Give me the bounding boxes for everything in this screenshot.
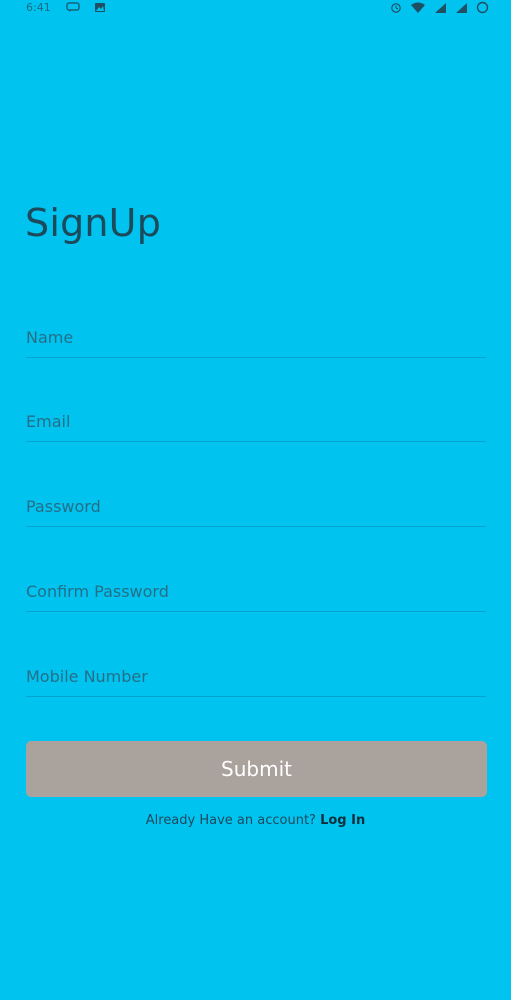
alarm-icon [390,2,402,17]
signal-icon [434,2,447,17]
status-time: 6:41 [26,1,51,14]
signal-icon [455,2,468,17]
status-left-icons [66,2,106,16]
status-right-icons [390,1,489,17]
email-field[interactable] [26,401,486,442]
page-title: SignUp [25,201,162,245]
login-prompt: Already Have an account? Log In [0,813,511,828]
submit-button[interactable]: Submit [26,741,487,797]
name-field[interactable] [26,317,486,358]
wifi-icon [410,2,426,17]
mobile-number-field[interactable] [26,656,486,697]
battery-icon [476,1,489,17]
password-field[interactable] [26,486,486,527]
login-link[interactable]: Log In [320,813,365,828]
message-icon [66,2,80,16]
status-bar: 6:41 [0,0,511,20]
confirm-password-field[interactable] [26,571,486,612]
login-prompt-text: Already Have an account? [145,813,316,828]
image-icon [94,2,106,16]
